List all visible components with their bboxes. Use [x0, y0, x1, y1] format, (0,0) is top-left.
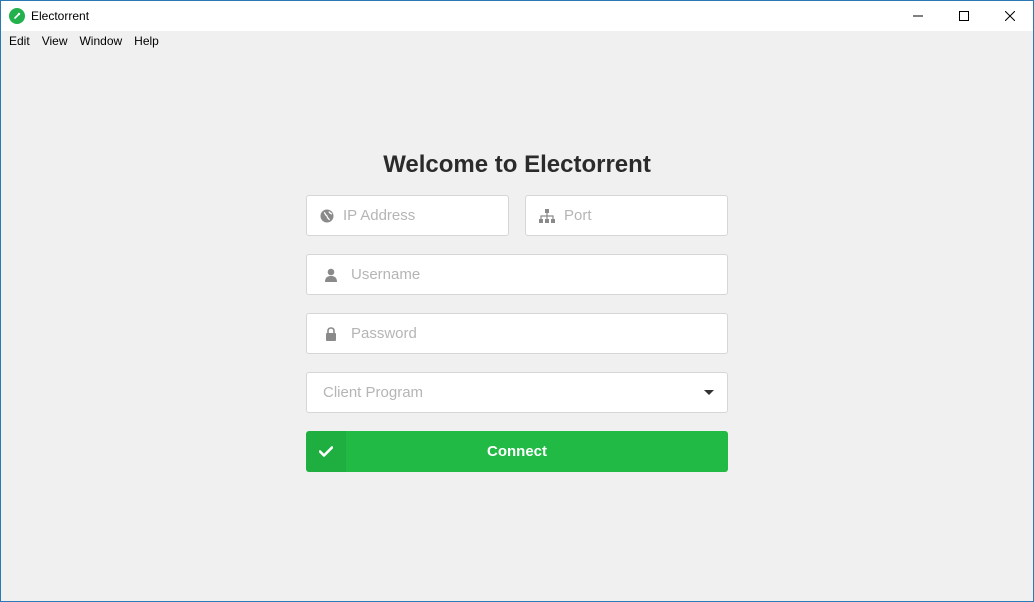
close-icon: [1005, 11, 1015, 21]
connect-button[interactable]: Connect: [306, 431, 728, 472]
ip-address-field[interactable]: [306, 195, 544, 236]
user-icon: [320, 267, 342, 283]
sitemap-icon: [539, 208, 555, 224]
maximize-button[interactable]: [941, 1, 987, 31]
electorrent-logo-icon: [9, 8, 25, 24]
minimize-button[interactable]: [895, 1, 941, 31]
username-input[interactable]: [349, 254, 727, 295]
username-field[interactable]: [306, 254, 728, 295]
menu-help[interactable]: Help: [128, 31, 165, 51]
password-field[interactable]: [306, 313, 728, 354]
lock-icon: [320, 326, 342, 342]
port-input[interactable]: [562, 195, 765, 236]
client-program-select[interactable]: Client Program: [306, 372, 728, 413]
check-icon: [306, 431, 346, 472]
connect-button-label: Connect: [487, 443, 547, 460]
globe-icon: [320, 208, 334, 224]
ip-address-input[interactable]: [341, 195, 544, 236]
menu-bar: Edit View Window Help: [1, 31, 1033, 51]
port-field[interactable]: [525, 195, 765, 236]
menu-edit[interactable]: Edit: [3, 31, 36, 51]
title-bar[interactable]: Electorrent: [1, 1, 1033, 31]
client-program-placeholder: Client Program: [323, 384, 424, 401]
close-button[interactable]: [987, 1, 1033, 31]
window-title: Electorrent: [31, 9, 90, 23]
login-panel: Welcome to Electorrent IP Address Port U…: [1, 51, 1033, 601]
minimize-icon: [913, 15, 923, 17]
maximize-icon: [959, 11, 969, 21]
page-title: Welcome to Electorrent: [383, 151, 651, 178]
menu-window[interactable]: Window: [73, 31, 128, 51]
password-input[interactable]: [349, 313, 727, 354]
chevron-down-icon: [704, 390, 714, 395]
app-window: Electorrent Edit View Window Help Welcom…: [0, 0, 1034, 602]
menu-view[interactable]: View: [36, 31, 74, 51]
window-controls: [895, 1, 1033, 31]
